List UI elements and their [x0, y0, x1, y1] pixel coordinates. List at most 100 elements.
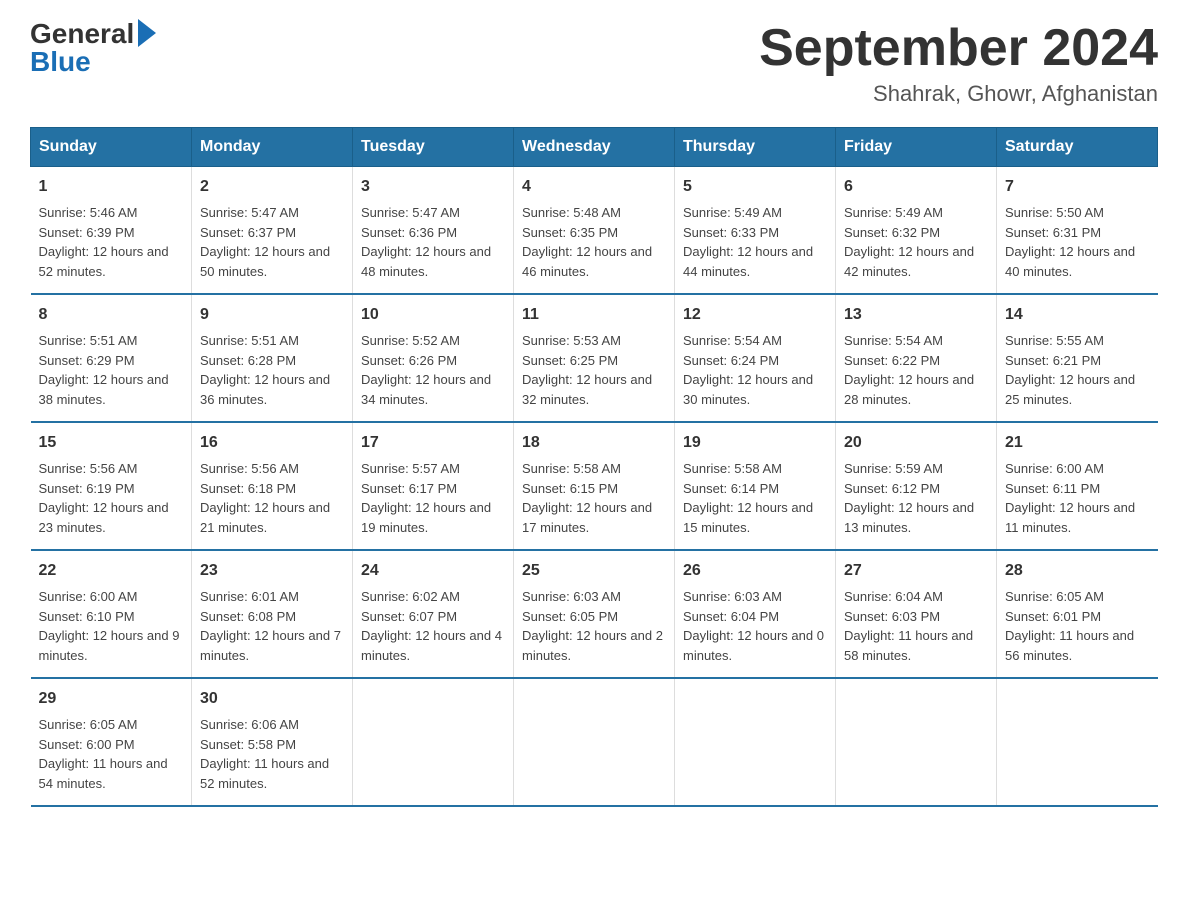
logo-text-general: General — [30, 20, 134, 48]
day-number: 7 — [1005, 175, 1150, 199]
logo: General Blue — [30, 20, 156, 76]
day-info: Sunrise: 6:04 AMSunset: 6:03 PMDaylight:… — [844, 589, 973, 663]
day-info: Sunrise: 6:05 AMSunset: 6:00 PMDaylight:… — [39, 717, 168, 791]
calendar-cell: 22 Sunrise: 6:00 AMSunset: 6:10 PMDaylig… — [31, 550, 192, 678]
day-number: 11 — [522, 303, 666, 327]
day-number: 30 — [200, 687, 344, 711]
calendar-cell — [514, 678, 675, 806]
calendar-cell — [353, 678, 514, 806]
calendar-cell: 13 Sunrise: 5:54 AMSunset: 6:22 PMDaylig… — [836, 294, 997, 422]
day-number: 9 — [200, 303, 344, 327]
day-number: 18 — [522, 431, 666, 455]
calendar-cell: 15 Sunrise: 5:56 AMSunset: 6:19 PMDaylig… — [31, 422, 192, 550]
calendar-cell: 7 Sunrise: 5:50 AMSunset: 6:31 PMDayligh… — [997, 167, 1158, 295]
day-info: Sunrise: 5:54 AMSunset: 6:22 PMDaylight:… — [844, 333, 974, 407]
calendar-cell: 10 Sunrise: 5:52 AMSunset: 6:26 PMDaylig… — [353, 294, 514, 422]
week-row-4: 22 Sunrise: 6:00 AMSunset: 6:10 PMDaylig… — [31, 550, 1158, 678]
calendar-cell: 30 Sunrise: 6:06 AMSunset: 5:58 PMDaylig… — [192, 678, 353, 806]
column-header-saturday: Saturday — [997, 128, 1158, 167]
calendar-cell: 24 Sunrise: 6:02 AMSunset: 6:07 PMDaylig… — [353, 550, 514, 678]
calendar-cell: 20 Sunrise: 5:59 AMSunset: 6:12 PMDaylig… — [836, 422, 997, 550]
day-number: 28 — [1005, 559, 1150, 583]
day-info: Sunrise: 5:53 AMSunset: 6:25 PMDaylight:… — [522, 333, 652, 407]
calendar-cell: 29 Sunrise: 6:05 AMSunset: 6:00 PMDaylig… — [31, 678, 192, 806]
day-info: Sunrise: 5:55 AMSunset: 6:21 PMDaylight:… — [1005, 333, 1135, 407]
day-number: 22 — [39, 559, 184, 583]
calendar-cell: 23 Sunrise: 6:01 AMSunset: 6:08 PMDaylig… — [192, 550, 353, 678]
day-number: 2 — [200, 175, 344, 199]
day-info: Sunrise: 5:54 AMSunset: 6:24 PMDaylight:… — [683, 333, 813, 407]
week-row-5: 29 Sunrise: 6:05 AMSunset: 6:00 PMDaylig… — [31, 678, 1158, 806]
calendar-cell: 27 Sunrise: 6:04 AMSunset: 6:03 PMDaylig… — [836, 550, 997, 678]
day-number: 5 — [683, 175, 827, 199]
day-number: 20 — [844, 431, 988, 455]
day-info: Sunrise: 5:47 AMSunset: 6:36 PMDaylight:… — [361, 205, 491, 279]
day-number: 26 — [683, 559, 827, 583]
column-header-sunday: Sunday — [31, 128, 192, 167]
day-number: 23 — [200, 559, 344, 583]
day-info: Sunrise: 5:58 AMSunset: 6:14 PMDaylight:… — [683, 461, 813, 535]
calendar-cell: 21 Sunrise: 6:00 AMSunset: 6:11 PMDaylig… — [997, 422, 1158, 550]
calendar-cell: 17 Sunrise: 5:57 AMSunset: 6:17 PMDaylig… — [353, 422, 514, 550]
calendar-cell — [675, 678, 836, 806]
calendar-cell: 2 Sunrise: 5:47 AMSunset: 6:37 PMDayligh… — [192, 167, 353, 295]
day-info: Sunrise: 6:01 AMSunset: 6:08 PMDaylight:… — [200, 589, 341, 663]
day-number: 16 — [200, 431, 344, 455]
day-number: 19 — [683, 431, 827, 455]
day-number: 1 — [39, 175, 184, 199]
day-number: 4 — [522, 175, 666, 199]
day-info: Sunrise: 6:05 AMSunset: 6:01 PMDaylight:… — [1005, 589, 1134, 663]
day-number: 27 — [844, 559, 988, 583]
day-info: Sunrise: 6:00 AMSunset: 6:11 PMDaylight:… — [1005, 461, 1135, 535]
calendar-cell: 11 Sunrise: 5:53 AMSunset: 6:25 PMDaylig… — [514, 294, 675, 422]
calendar-cell: 12 Sunrise: 5:54 AMSunset: 6:24 PMDaylig… — [675, 294, 836, 422]
title-section: September 2024 Shahrak, Ghowr, Afghanist… — [759, 20, 1158, 107]
day-info: Sunrise: 5:51 AMSunset: 6:29 PMDaylight:… — [39, 333, 169, 407]
day-info: Sunrise: 5:56 AMSunset: 6:19 PMDaylight:… — [39, 461, 169, 535]
calendar-cell: 3 Sunrise: 5:47 AMSunset: 6:36 PMDayligh… — [353, 167, 514, 295]
calendar-cell: 25 Sunrise: 6:03 AMSunset: 6:05 PMDaylig… — [514, 550, 675, 678]
day-info: Sunrise: 5:47 AMSunset: 6:37 PMDaylight:… — [200, 205, 330, 279]
column-header-monday: Monday — [192, 128, 353, 167]
week-row-3: 15 Sunrise: 5:56 AMSunset: 6:19 PMDaylig… — [31, 422, 1158, 550]
day-number: 12 — [683, 303, 827, 327]
day-number: 10 — [361, 303, 505, 327]
calendar-cell: 19 Sunrise: 5:58 AMSunset: 6:14 PMDaylig… — [675, 422, 836, 550]
calendar-cell: 28 Sunrise: 6:05 AMSunset: 6:01 PMDaylig… — [997, 550, 1158, 678]
calendar-cell: 5 Sunrise: 5:49 AMSunset: 6:33 PMDayligh… — [675, 167, 836, 295]
day-number: 8 — [39, 303, 184, 327]
day-number: 3 — [361, 175, 505, 199]
day-number: 17 — [361, 431, 505, 455]
day-number: 15 — [39, 431, 184, 455]
calendar-cell: 14 Sunrise: 5:55 AMSunset: 6:21 PMDaylig… — [997, 294, 1158, 422]
day-info: Sunrise: 5:56 AMSunset: 6:18 PMDaylight:… — [200, 461, 330, 535]
day-number: 21 — [1005, 431, 1150, 455]
day-info: Sunrise: 5:59 AMSunset: 6:12 PMDaylight:… — [844, 461, 974, 535]
day-info: Sunrise: 5:46 AMSunset: 6:39 PMDaylight:… — [39, 205, 169, 279]
day-info: Sunrise: 6:03 AMSunset: 6:05 PMDaylight:… — [522, 589, 663, 663]
calendar-cell: 9 Sunrise: 5:51 AMSunset: 6:28 PMDayligh… — [192, 294, 353, 422]
day-info: Sunrise: 6:02 AMSunset: 6:07 PMDaylight:… — [361, 589, 502, 663]
day-info: Sunrise: 6:06 AMSunset: 5:58 PMDaylight:… — [200, 717, 329, 791]
day-info: Sunrise: 5:49 AMSunset: 6:32 PMDaylight:… — [844, 205, 974, 279]
day-info: Sunrise: 5:49 AMSunset: 6:33 PMDaylight:… — [683, 205, 813, 279]
calendar-cell: 18 Sunrise: 5:58 AMSunset: 6:15 PMDaylig… — [514, 422, 675, 550]
day-number: 6 — [844, 175, 988, 199]
calendar-header-row: SundayMondayTuesdayWednesdayThursdayFrid… — [31, 128, 1158, 167]
month-title: September 2024 — [759, 20, 1158, 77]
calendar-cell: 1 Sunrise: 5:46 AMSunset: 6:39 PMDayligh… — [31, 167, 192, 295]
calendar-cell: 6 Sunrise: 5:49 AMSunset: 6:32 PMDayligh… — [836, 167, 997, 295]
day-info: Sunrise: 5:57 AMSunset: 6:17 PMDaylight:… — [361, 461, 491, 535]
column-header-friday: Friday — [836, 128, 997, 167]
day-number: 14 — [1005, 303, 1150, 327]
calendar-cell — [997, 678, 1158, 806]
logo-triangle-icon — [138, 19, 156, 47]
calendar-cell: 8 Sunrise: 5:51 AMSunset: 6:29 PMDayligh… — [31, 294, 192, 422]
location-title: Shahrak, Ghowr, Afghanistan — [759, 81, 1158, 107]
day-info: Sunrise: 5:51 AMSunset: 6:28 PMDaylight:… — [200, 333, 330, 407]
day-info: Sunrise: 6:03 AMSunset: 6:04 PMDaylight:… — [683, 589, 824, 663]
column-header-tuesday: Tuesday — [353, 128, 514, 167]
day-info: Sunrise: 5:48 AMSunset: 6:35 PMDaylight:… — [522, 205, 652, 279]
page-header: General Blue September 2024 Shahrak, Gho… — [30, 20, 1158, 107]
calendar-cell: 16 Sunrise: 5:56 AMSunset: 6:18 PMDaylig… — [192, 422, 353, 550]
